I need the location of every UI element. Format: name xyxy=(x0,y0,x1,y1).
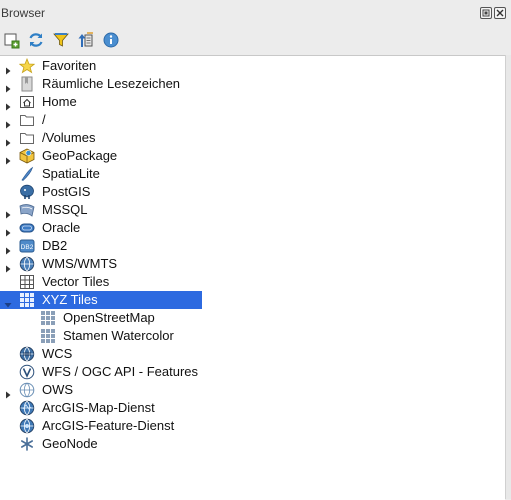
tree-item[interactable]: Favoriten xyxy=(0,57,505,75)
tree-item[interactable]: /Volumes xyxy=(0,129,505,147)
tree-item[interactable]: WCS xyxy=(0,345,505,363)
tree-item[interactable]: ArcGIS-Map-Dienst xyxy=(0,399,505,417)
panel-title: Browser xyxy=(1,6,46,20)
add-selected-layers-icon xyxy=(4,33,20,49)
tree-item[interactable]: XYZ Tiles xyxy=(0,291,202,309)
collapse-all-button[interactable] xyxy=(76,30,96,50)
svg-text:DB2: DB2 xyxy=(21,244,34,251)
tree-item-label: WFS / OGC API - Features xyxy=(42,364,199,379)
tree-item-label: XYZ Tiles xyxy=(42,292,98,307)
tree-item-label: ArcGIS-Feature-Dienst xyxy=(42,418,175,433)
tree-item[interactable]: Vector Tiles xyxy=(0,273,505,291)
oracle-icon xyxy=(19,220,35,236)
ows-globe-icon xyxy=(19,382,35,398)
tree-item[interactable]: PostGIS xyxy=(0,183,505,201)
filter-icon xyxy=(53,33,69,47)
browser-toolbar xyxy=(0,28,511,52)
tree-item-label: Stamen Watercolor xyxy=(63,328,174,343)
tree-item[interactable]: MSSQL xyxy=(0,201,505,219)
tree-item-label: GeoPackage xyxy=(42,148,118,163)
folder-icon xyxy=(19,112,35,128)
collapsed-arrow-icon[interactable] xyxy=(4,134,12,147)
tree-item[interactable]: Räumliche Lesezeichen xyxy=(0,75,505,93)
home-folder-icon xyxy=(19,94,35,110)
float-panel-button[interactable] xyxy=(480,7,492,19)
mssql-icon xyxy=(19,202,35,218)
panel-right-edge xyxy=(505,55,511,499)
tree-item[interactable]: Stamen Watercolor xyxy=(0,327,505,345)
wfs-globe-icon xyxy=(19,364,35,380)
tile-grid-icon xyxy=(40,310,56,326)
wcs-globe-icon xyxy=(19,346,35,362)
tree-item[interactable]: Home xyxy=(0,93,505,111)
collapsed-arrow-icon[interactable] xyxy=(4,62,12,75)
tree-item-label: WCS xyxy=(42,346,73,361)
collapsed-arrow-icon[interactable] xyxy=(4,80,12,93)
collapsed-arrow-icon[interactable] xyxy=(4,242,12,255)
tree-item[interactable]: OpenStreetMap xyxy=(0,309,505,327)
tile-grid-icon xyxy=(40,328,56,344)
panel-titlebar: Browser xyxy=(0,0,511,28)
arcgis-map-globe-icon xyxy=(19,400,35,416)
tree-item[interactable]: GeoPackage xyxy=(0,147,505,165)
tree-item-label: Home xyxy=(42,94,77,109)
tree-item-label: OpenStreetMap xyxy=(63,310,155,325)
geonode-icon xyxy=(19,436,35,452)
tree-item-label: PostGIS xyxy=(42,184,91,199)
refresh-button[interactable] xyxy=(26,30,46,50)
tree-item-label: GeoNode xyxy=(42,436,98,451)
collapsed-arrow-icon[interactable] xyxy=(4,152,12,165)
tree-item-label: Vector Tiles xyxy=(42,274,110,289)
tree-item-label: ArcGIS-Map-Dienst xyxy=(42,400,155,415)
wms-globe-icon xyxy=(19,256,35,272)
tree-item[interactable]: GeoNode xyxy=(0,435,505,453)
collapsed-arrow-icon[interactable] xyxy=(4,116,12,129)
collapsed-arrow-icon[interactable] xyxy=(4,260,12,273)
collapsed-arrow-icon[interactable] xyxy=(4,224,12,237)
tree-item[interactable]: OWS xyxy=(0,381,505,399)
collapsed-arrow-icon[interactable] xyxy=(4,386,12,399)
tree-item[interactable]: WMS/WMTS xyxy=(0,255,505,273)
tree-item-label: WMS/WMTS xyxy=(42,256,118,271)
collapsed-arrow-icon[interactable] xyxy=(4,206,12,219)
star-icon xyxy=(18,57,36,74)
tree-item[interactable]: DB2 DB2 xyxy=(0,237,505,255)
tree-item[interactable]: / xyxy=(0,111,505,129)
tree-item-label: /Volumes xyxy=(42,130,96,145)
properties-info-icon xyxy=(103,32,119,48)
tree-item-label: Favoriten xyxy=(42,58,97,73)
arcgis-feature-globe-icon xyxy=(19,418,35,434)
tree-item-label: DB2 xyxy=(42,238,68,253)
expanded-arrow-icon[interactable] xyxy=(4,296,12,308)
collapse-all-icon xyxy=(78,32,93,47)
collapsed-arrow-icon[interactable] xyxy=(4,98,12,111)
folder-icon xyxy=(19,130,35,146)
properties-button[interactable] xyxy=(101,30,121,50)
geopackage-icon xyxy=(19,148,35,164)
tree-item[interactable]: SpatiaLite xyxy=(0,165,505,183)
xyz-tiles-grid-icon xyxy=(19,292,35,308)
browser-tree[interactable]: Favoriten Räumliche Lesezeichen Home / /Volu… xyxy=(0,55,505,500)
close-panel-button[interactable] xyxy=(494,7,506,19)
postgis-elephant-icon xyxy=(19,184,35,200)
filter-button[interactable] xyxy=(51,30,71,50)
tree-item-label: OWS xyxy=(42,382,74,397)
tree-item-label: Räumliche Lesezeichen xyxy=(42,76,181,91)
tree-item[interactable]: WFS / OGC API - Features xyxy=(0,363,505,381)
spatialite-icon xyxy=(19,166,35,182)
vector-tiles-grid-icon xyxy=(19,274,35,290)
tree-item-label: SpatiaLite xyxy=(42,166,100,181)
db2-icon: DB2 xyxy=(19,238,35,254)
add-selected-layers-button[interactable] xyxy=(2,30,22,50)
bookmarks-icon xyxy=(19,76,35,92)
tree-item-label: Oracle xyxy=(42,220,81,235)
tree-item[interactable]: ArcGIS-Feature-Dienst xyxy=(0,417,505,435)
refresh-icon xyxy=(29,33,43,47)
tree-item[interactable]: Oracle xyxy=(0,219,505,237)
tree-item-label: / xyxy=(42,112,46,127)
tree-item-label: MSSQL xyxy=(42,202,88,217)
